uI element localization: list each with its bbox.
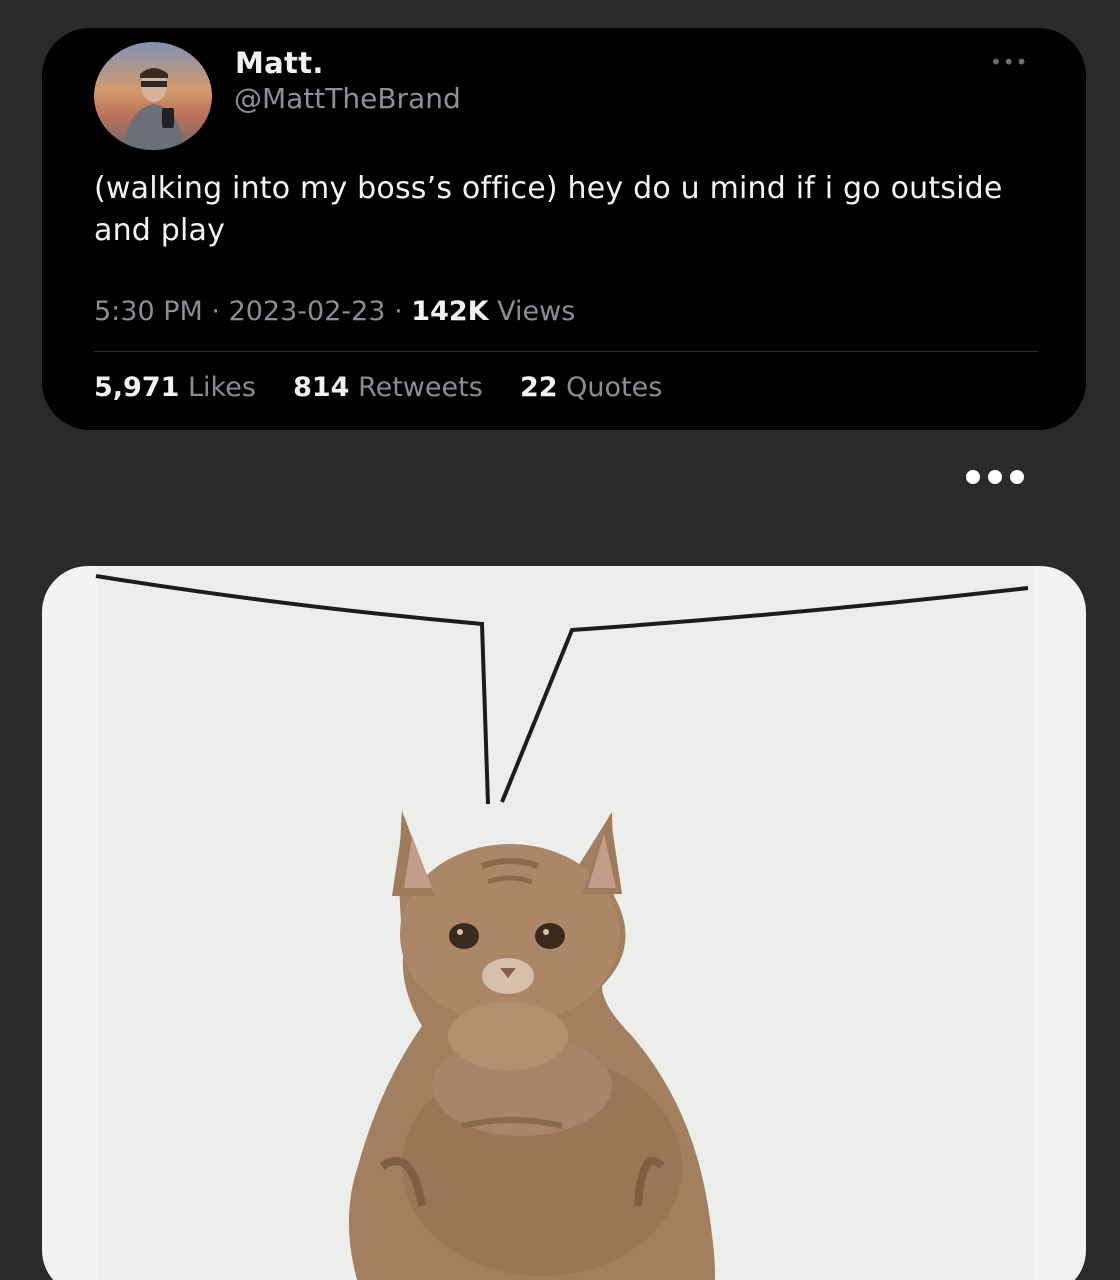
likes-count: 5,971	[94, 372, 180, 403]
display-name[interactable]: Matt.	[235, 46, 324, 80]
tweet-text: (walking into my boss’s office) hey do u…	[94, 171, 1003, 248]
meme-image[interactable]	[42, 566, 1086, 1280]
tweet-stats: 5,971 Likes 814 Retweets 22 Quotes	[94, 372, 662, 403]
speech-bubble-left-line	[95, 574, 490, 805]
screenshot: Matt. @MattTheBrand ••• (walking into my…	[0, 0, 1120, 1280]
views-label: Views	[497, 296, 576, 327]
speech-bubble-right-line	[500, 586, 1029, 803]
cat-illustration	[348, 810, 715, 1280]
ellipsis-icon[interactable]: •••	[990, 50, 1028, 74]
retweets-label: Retweets	[358, 372, 483, 403]
separator: ·	[394, 296, 403, 327]
cat-speech-illustration	[95, 574, 1029, 1280]
quotes-stat[interactable]: 22 Quotes	[520, 372, 662, 403]
tweet-card[interactable]: Matt. @MattTheBrand ••• (walking into my…	[42, 28, 1086, 430]
more-dots-icon[interactable]	[966, 470, 1024, 484]
quotes-count: 22	[519, 372, 558, 403]
likes-label: Likes	[188, 372, 256, 403]
quotes-label: Quotes	[566, 372, 663, 403]
likes-stat[interactable]: 5,971 Likes	[94, 372, 265, 403]
user-handle[interactable]: @MattTheBrand	[234, 82, 461, 115]
divider	[94, 351, 1038, 352]
avatar[interactable]	[94, 42, 212, 150]
retweets-stat[interactable]: 814 Retweets	[293, 372, 491, 403]
views-count: 142K	[411, 296, 489, 327]
tweet-meta: 5:30 PM · 2023-02-23 · 142K Views	[94, 296, 575, 327]
retweets-count: 814	[293, 372, 350, 403]
tweet-date[interactable]: 2023-02-23	[229, 296, 386, 327]
separator: ·	[211, 296, 220, 327]
tweet-time[interactable]: 5:30 PM	[94, 296, 203, 327]
